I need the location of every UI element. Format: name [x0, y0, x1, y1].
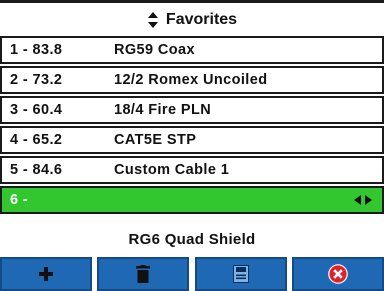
plus-icon: [38, 266, 54, 282]
item-number: 6 -: [10, 192, 29, 208]
save-button[interactable]: [194, 257, 287, 291]
item-number: 3 - 60.4: [10, 102, 63, 118]
list-item[interactable]: 4 - 65.2 CAT5E STP: [0, 126, 384, 154]
list-item[interactable]: 3 - 60.4 18/4 Fire PLN: [0, 96, 384, 124]
selected-cable-name: RG6 Quad Shield: [128, 230, 256, 248]
delete-button[interactable]: [97, 257, 190, 291]
item-name: 18/4 Fire PLN: [114, 102, 212, 118]
trash-icon: [136, 265, 151, 283]
item-number: 1 - 83.8: [10, 42, 63, 58]
list-item[interactable]: 5 - 84.6 Custom Cable 1: [0, 156, 384, 184]
item-name: CAT5E STP: [114, 132, 197, 148]
cancel-button[interactable]: [291, 257, 384, 291]
list-item-selected[interactable]: 6 -: [0, 186, 384, 214]
item-name: 12/2 Romex Uncoiled: [114, 72, 268, 88]
page-title: Favorites: [165, 10, 238, 28]
item-number: 4 - 65.2: [10, 132, 63, 148]
cancel-icon: [328, 264, 348, 284]
item-number: 5 - 84.6: [10, 162, 63, 178]
favorites-screen: Favorites 1 - 83.8 RG59 Coax 2 - 73.2 12…: [0, 0, 384, 291]
item-name: RG59 Coax: [114, 42, 195, 58]
save-icon: [232, 265, 249, 283]
left-right-arrows-icon[interactable]: [354, 194, 372, 206]
list-item[interactable]: 1 - 83.8 RG59 Coax: [0, 36, 384, 64]
toolbar: [0, 257, 384, 291]
item-number: 2 - 73.2: [10, 72, 63, 88]
header: Favorites: [0, 0, 384, 36]
add-button[interactable]: [0, 257, 92, 291]
sort-updown-icon: [147, 11, 159, 29]
favorites-list: 1 - 83.8 RG59 Coax 2 - 73.2 12/2 Romex U…: [0, 36, 384, 216]
list-item[interactable]: 2 - 73.2 12/2 Romex Uncoiled: [0, 66, 384, 94]
item-name: Custom Cable 1: [114, 162, 230, 178]
